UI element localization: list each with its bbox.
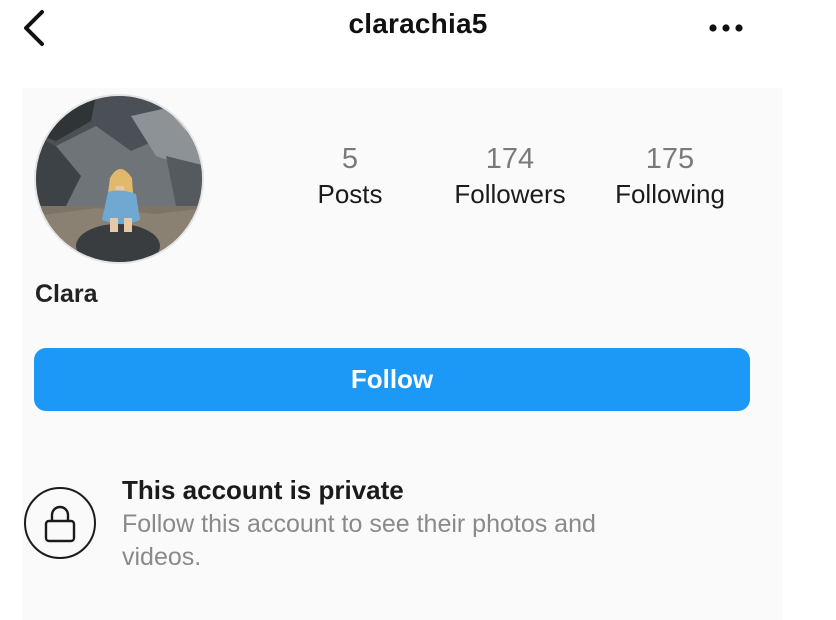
posts-label: Posts [317,179,383,209]
avatar[interactable] [34,94,204,264]
follow-button[interactable]: Follow [34,348,750,411]
lock-icon [44,505,76,543]
private-account-title: This account is private [122,475,404,505]
stat-following[interactable]: 175 Following [596,140,744,210]
profile-photo [36,96,202,262]
profile-page: clarachia5 5 Posts 174 Followers 175 Fol… [0,0,836,620]
lock-badge [24,487,96,559]
display-name: Clara [35,280,98,308]
stat-followers[interactable]: 174 Followers [436,140,584,210]
stat-posts[interactable]: 5 Posts [290,140,410,210]
more-options-button[interactable] [702,8,750,48]
private-account-description: Follow this account to see their photos … [122,510,596,571]
following-label: Following [615,179,725,209]
ellipsis-horizontal-icon [709,24,743,32]
following-count: 175 [645,143,695,175]
posts-count: 5 [341,143,359,175]
followers-label: Followers [454,179,566,209]
followers-count: 174 [485,143,535,175]
